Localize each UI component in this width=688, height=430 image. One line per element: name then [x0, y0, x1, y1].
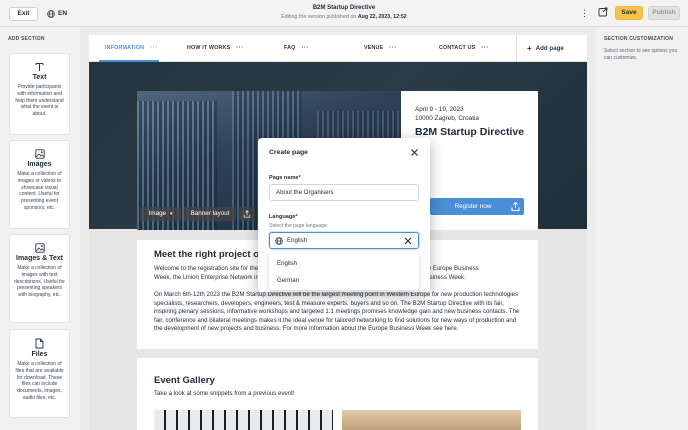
create-page-dialog: Create page Page name* About the Organis… — [258, 138, 430, 292]
section-card-name: Images & Text — [16, 255, 63, 262]
add-page-button[interactable]: + Add page — [527, 44, 564, 53]
publish-button[interactable]: Publish — [648, 6, 680, 20]
nav-item-how-it-works[interactable]: HOW IT WORKS ··· — [187, 45, 244, 51]
more-icon[interactable]: ··· — [150, 45, 158, 51]
share-button[interactable] — [507, 198, 524, 215]
panel-description: Select section to see options you can cu… — [604, 48, 678, 61]
image-icon — [34, 149, 45, 159]
language-option-english[interactable]: English — [277, 260, 297, 267]
top-bar: Exit EN B2M Startup Directive Editing th… — [0, 0, 688, 27]
page-name-input[interactable]: About the Organisers — [269, 184, 419, 201]
register-now-button[interactable]: Register now — [430, 198, 516, 215]
nav-item-information[interactable]: INFORMATION ··· — [105, 45, 158, 51]
page-nav: INFORMATION ··· HOW IT WORKS ··· FAQ ··· VE… — [89, 35, 587, 62]
image-icon — [34, 243, 45, 253]
section-card-description: Provide participants with information an… — [15, 84, 64, 118]
language-help-text: Select the page language. — [269, 223, 329, 229]
nav-divider — [516, 35, 517, 62]
nav-item-venue[interactable]: VENUE ··· — [364, 45, 397, 51]
dialog-title: Create page — [269, 149, 308, 156]
subtitle-date: Aug 22, 2023, 12:52 — [357, 14, 407, 20]
section-card-name: Text — [32, 74, 47, 81]
section-heading: Event Gallery — [154, 375, 215, 386]
nav-item-label: HOW IT WORKS — [187, 45, 231, 51]
body-line: inspiring plenary sessions, informative … — [154, 308, 520, 315]
globe-icon — [275, 237, 283, 245]
intro-line2-start: Week, the Union Enterprise Network in — [154, 273, 259, 281]
body-line: fair, conference and bilateral meetings … — [154, 316, 517, 324]
section-card-images[interactable]: Images Make a collection of images or vi… — [9, 140, 70, 229]
event-title: B2M Startup Directive — [415, 126, 525, 138]
language-select[interactable]: English — [269, 232, 419, 249]
close-icon[interactable] — [410, 148, 419, 157]
section-customization-panel: SECTION CUSTOMIZATION Select section to … — [596, 27, 688, 430]
file-icon — [35, 338, 44, 349]
subtitle-prefix: Editing the version published on — [281, 14, 357, 20]
image-button[interactable]: Image ▾ — [140, 207, 181, 221]
intro-start: Welcome to the registration site for the — [154, 265, 259, 272]
gallery-section[interactable]: Event Gallery Take a look at some snippe… — [137, 358, 538, 430]
language-dropdown: English German — [269, 252, 419, 290]
gallery-image — [154, 410, 333, 430]
nav-item-contact-us[interactable]: CONTACT US ··· — [439, 45, 489, 51]
panel-title: ADD SECTION — [8, 36, 45, 42]
language-select-value: English — [287, 237, 307, 244]
share-icon — [511, 201, 520, 211]
section-subtitle: Take a look at some snippets from a prev… — [154, 390, 295, 397]
nav-item-label: CONTACT US — [439, 45, 476, 51]
more-icon[interactable]: ··· — [302, 45, 310, 51]
text-icon — [35, 63, 44, 71]
nav-item-faq[interactable]: FAQ ··· — [284, 45, 309, 51]
body-line: specialists, researchers, developers, en… — [154, 299, 504, 307]
share-icon[interactable] — [239, 207, 255, 221]
page-name-label: Page name* — [269, 175, 301, 181]
language-option-german[interactable]: German — [277, 277, 299, 284]
save-button[interactable]: Save — [615, 6, 643, 20]
event-date: April 9 - 19, 2023 — [415, 106, 464, 113]
image-button-label: Image — [148, 210, 167, 217]
section-card-images-text[interactable]: Images & Text Make a collection of image… — [9, 234, 70, 323]
nav-item-label: FAQ — [284, 45, 296, 51]
section-heading: Meet the right project or — [154, 249, 263, 260]
nav-item-label: INFORMATION — [105, 45, 145, 51]
gallery-image — [342, 410, 521, 430]
section-card-files[interactable]: Files Make a collection of files that ar… — [9, 329, 70, 418]
section-card-name: Images — [27, 161, 52, 168]
nav-item-label: VENUE — [364, 45, 384, 51]
more-icon[interactable]: ··· — [481, 45, 489, 51]
more-icon[interactable]: ··· — [389, 45, 397, 51]
section-card-description: Make a collection of images with text de… — [14, 265, 65, 299]
body-line: On March 6th-12th 2023 the B2M Startup D… — [154, 291, 519, 298]
section-card-name: Files — [31, 351, 48, 358]
more-icon[interactable]: ··· — [236, 45, 244, 51]
section-card-text[interactable]: Text Provide participants with informati… — [9, 53, 70, 135]
chevron-down-icon: ▾ — [169, 211, 173, 217]
add-section-panel: ADD SECTION Text Provide participants wi… — [0, 27, 80, 430]
panel-title: SECTION CUSTOMIZATION — [604, 36, 674, 42]
more-options-icon[interactable]: ⋮ — [580, 8, 589, 18]
section-card-description: Make a collection of images or videos to… — [17, 171, 62, 211]
section-card-description: Make a collection of files that are avai… — [15, 361, 64, 401]
body-paragraph: On March 6th-12th 2023 the B2M Startup D… — [154, 291, 524, 334]
open-external-icon[interactable] — [598, 7, 608, 17]
clear-icon[interactable] — [404, 237, 412, 245]
body-line: the development of new projects and busi… — [154, 325, 459, 332]
add-page-label: Add page — [535, 45, 564, 52]
plus-icon: + — [527, 44, 532, 53]
language-label: Language* — [269, 214, 298, 220]
event-location: 10000 Zagreb, Croatia — [415, 115, 479, 122]
banner-layout-button[interactable]: Banner layout — [184, 207, 236, 221]
